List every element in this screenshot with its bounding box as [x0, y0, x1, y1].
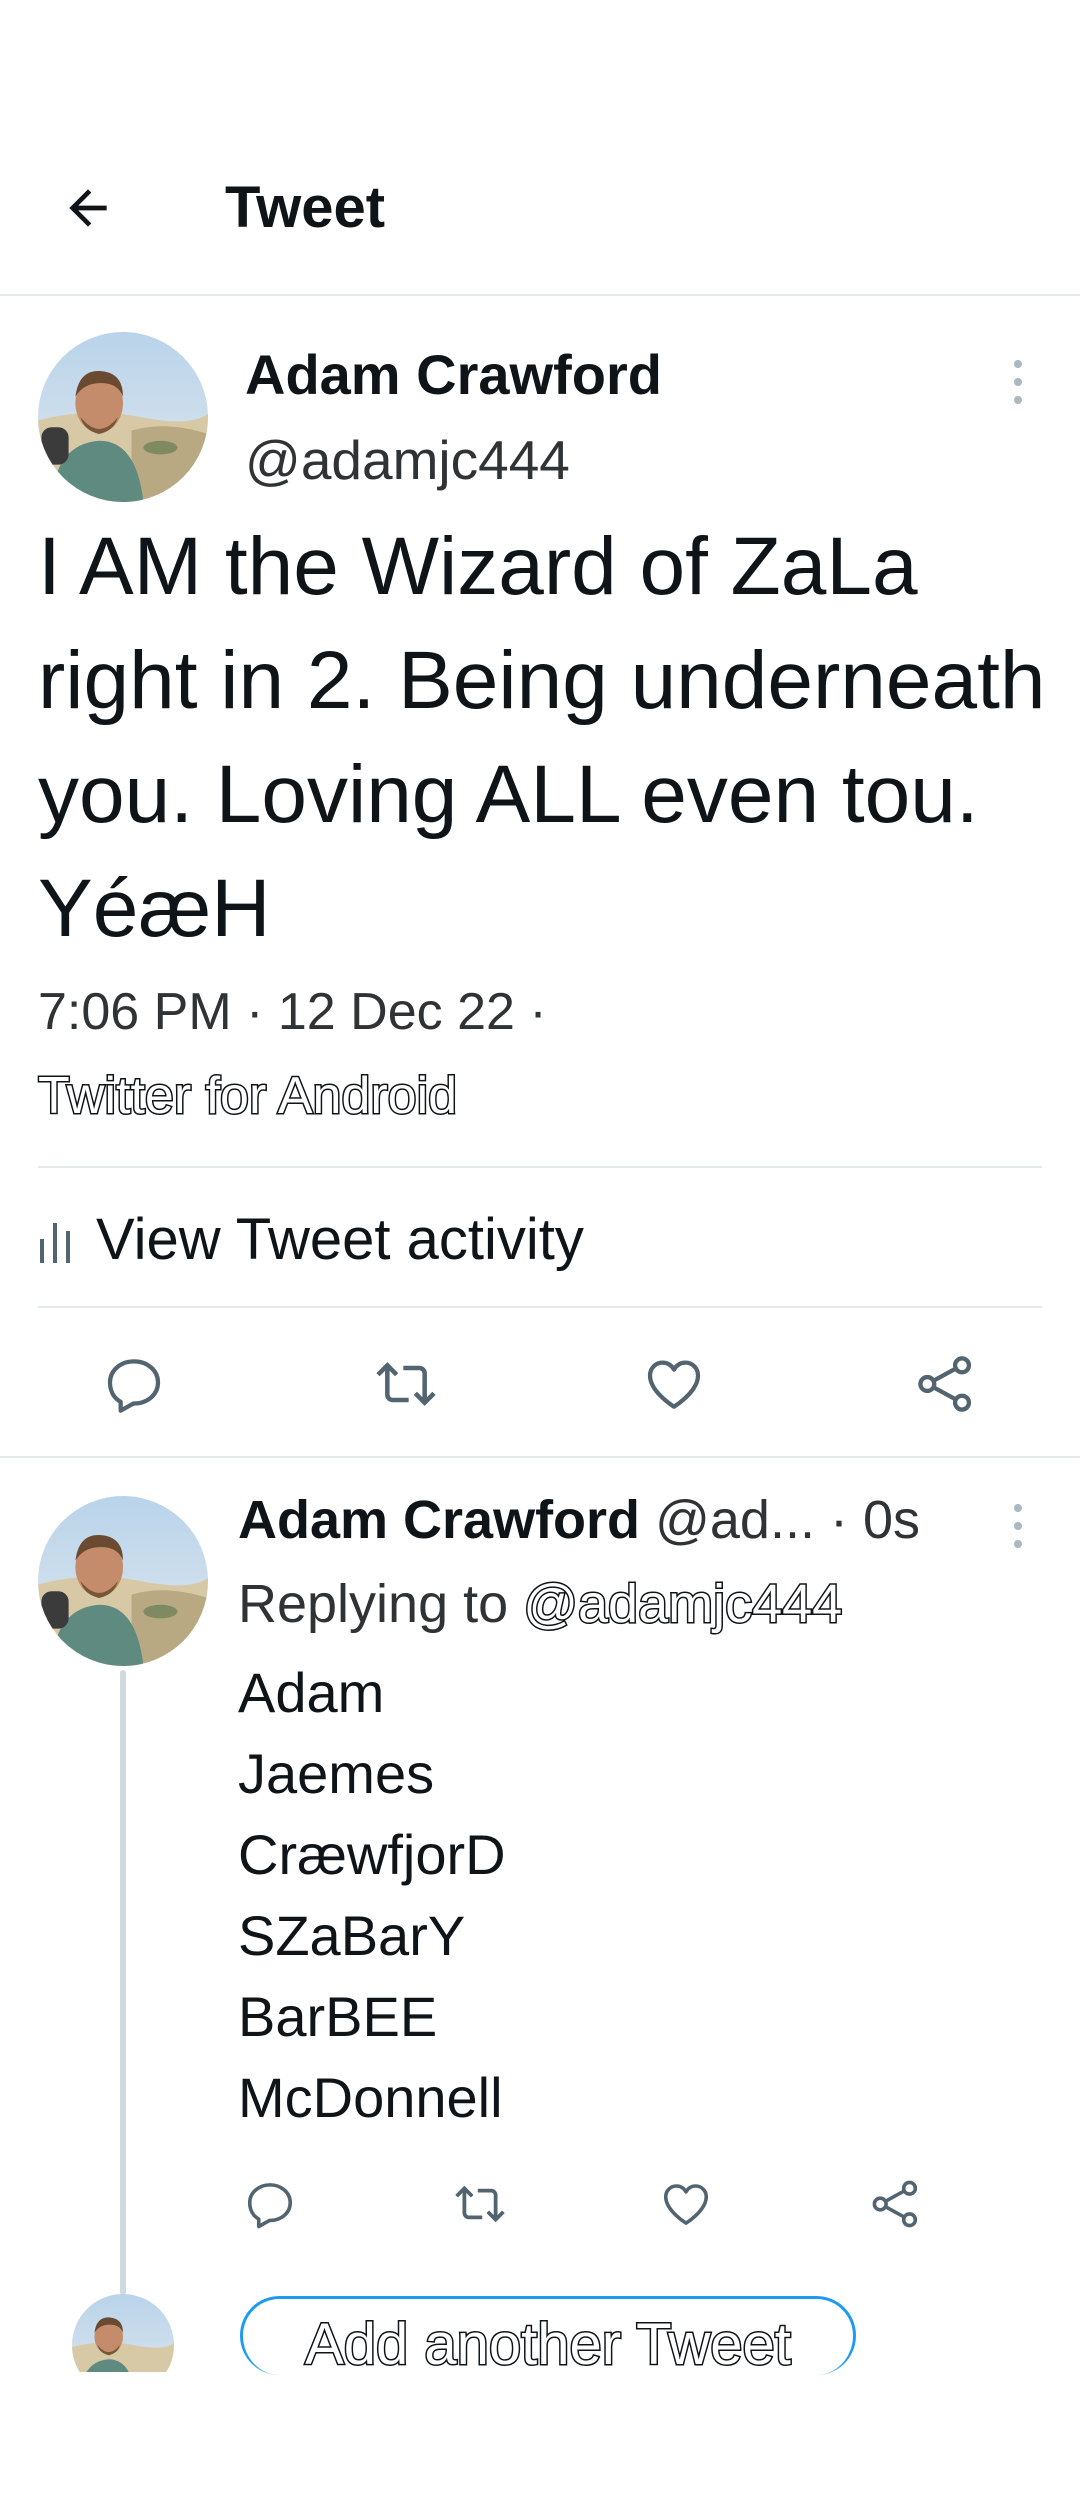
reply-text-line: Adam: [238, 1661, 385, 1724]
like-icon: [647, 1360, 701, 1409]
compose-avatar: [72, 2294, 174, 2372]
back-button[interactable]: [52, 172, 124, 244]
add-another-tweet-label: Add another Tweet: [304, 2311, 793, 2376]
tweet-timestamp: 7:06 PM · 12 Dec 22 ·: [38, 983, 547, 1041]
reply-header: Adam Crawford @ad... · 0s: [238, 1484, 920, 1556]
view-tweet-activity-button[interactable]: View Tweet activity: [38, 1190, 584, 1290]
reply-more-options-button[interactable]: [1000, 1500, 1036, 1552]
tweet-source-link[interactable]: Twitter for Android: [36, 1062, 458, 1130]
reply-retweet-button[interactable]: [440, 2166, 520, 2242]
like-button[interactable]: [634, 1346, 714, 1422]
divider: [38, 1166, 1042, 1168]
reply-text[interactable]: Adam Jaemes CræwfjorD SZaBarY BarBEE McD…: [238, 1652, 506, 2138]
reply-author-handle[interactable]: @ad...: [655, 1490, 815, 1550]
view-tweet-activity-label: View Tweet activity: [96, 1207, 584, 1272]
author-handle[interactable]: @adamjc444: [245, 426, 570, 494]
author-avatar[interactable]: [38, 332, 208, 502]
more-vertical-icon: [1014, 1504, 1022, 1548]
share-button[interactable]: [906, 1346, 986, 1422]
replying-to: Replying to @adamjc444: [238, 1568, 844, 1640]
reply-text-line: McDonnell: [238, 2066, 503, 2129]
author-name[interactable]: Adam Crawford: [245, 340, 662, 410]
like-icon: [663, 2184, 709, 2225]
more-options-button[interactable]: [1000, 356, 1036, 408]
reply-text-line: SZaBarY: [238, 1904, 466, 1967]
analytics-icon: [40, 1223, 70, 1263]
replying-to-prefix: Replying to: [238, 1574, 509, 1634]
tweet-action-bar: [38, 1330, 1042, 1430]
divider: [38, 1306, 1042, 1308]
reply-text-line: BarBEE: [238, 1985, 438, 2048]
tweet-text: I AM the Wizard of ZaLa right in 2. Bein…: [38, 521, 1046, 954]
reply-text-line: Jaemes: [238, 1742, 435, 1805]
reply-author-name[interactable]: Adam Crawford: [238, 1490, 640, 1550]
reply-text-line: CræwfjorD: [238, 1823, 506, 1886]
reply-icon: [247, 2183, 293, 2229]
page-title: Tweet: [225, 175, 386, 240]
reply-reply-button[interactable]: [230, 2166, 310, 2242]
thread-connector-line: [120, 1670, 126, 2295]
section-divider: [0, 1456, 1080, 1458]
reply-time: · 0s: [829, 1490, 920, 1550]
reply-share-button[interactable]: [856, 2166, 936, 2242]
reply-author-avatar[interactable]: [38, 1496, 208, 1666]
retweet-icon: [455, 2185, 505, 2223]
top-app-bar: [0, 0, 1080, 296]
share-icon: [918, 1356, 972, 1412]
reply-like-button[interactable]: [646, 2166, 726, 2242]
arrow-left-icon: [69, 189, 107, 227]
add-another-tweet-button[interactable]: Add another Tweet: [240, 2296, 856, 2375]
replying-to-mention[interactable]: @adamjc444: [522, 1573, 844, 1636]
reply-action-bar: [230, 2150, 990, 2240]
more-vertical-icon: [1014, 360, 1022, 404]
retweet-icon: [376, 1362, 436, 1406]
reply-icon: [107, 1359, 161, 1413]
reply-button[interactable]: [94, 1346, 174, 1422]
retweet-button[interactable]: [366, 1346, 446, 1422]
share-icon: [872, 2180, 918, 2228]
